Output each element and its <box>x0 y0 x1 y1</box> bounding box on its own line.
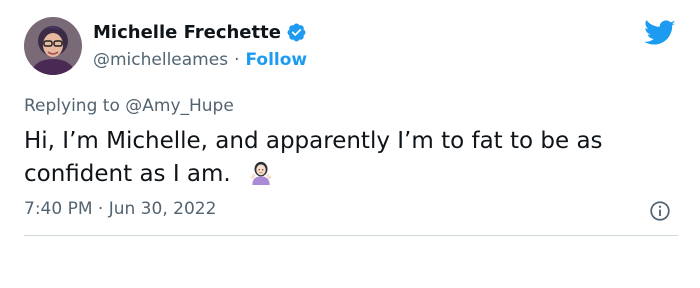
tweet-body: Hi, I’m Michelle, and apparently I’m to … <box>24 125 680 191</box>
tweet-text: Hi, I’m Michelle, and apparently I’m to … <box>24 128 603 187</box>
avatar-image <box>24 17 82 75</box>
tweet-meta: 7:40 PM · Jun 30, 2022 <box>24 199 216 219</box>
tweet-date[interactable]: Jun 30, 2022 <box>109 199 217 219</box>
avatar[interactable] <box>24 17 82 75</box>
replying-to-line: Replying to @Amy_Hupe <box>24 96 234 116</box>
handle-row: @michelleames · Follow <box>93 47 307 73</box>
reply-prefix: Replying to <box>24 96 120 116</box>
footer-divider <box>24 235 678 236</box>
display-name[interactable]: Michelle Frechette <box>93 22 281 43</box>
tweet-card: Michelle Frechette @michelleames · Follo… <box>0 0 700 288</box>
tweet-time[interactable]: 7:40 PM <box>24 199 93 219</box>
verified-badge-icon <box>287 23 306 41</box>
info-icon[interactable] <box>649 200 671 222</box>
reply-target-handle[interactable]: @Amy_Hupe <box>125 96 234 116</box>
follow-button[interactable]: Follow <box>245 50 307 70</box>
author-names: Michelle Frechette @michelleames · Follo… <box>93 19 307 73</box>
tweet-header: Michelle Frechette @michelleames · Follo… <box>24 17 307 75</box>
handle-separator: · <box>234 50 240 70</box>
display-name-row: Michelle Frechette <box>93 19 307 45</box>
twitter-bird-icon[interactable] <box>644 20 676 47</box>
woman-shrugging-emoji <box>250 161 272 185</box>
meta-separator: · <box>97 199 104 219</box>
author-handle[interactable]: @michelleames <box>93 50 228 70</box>
